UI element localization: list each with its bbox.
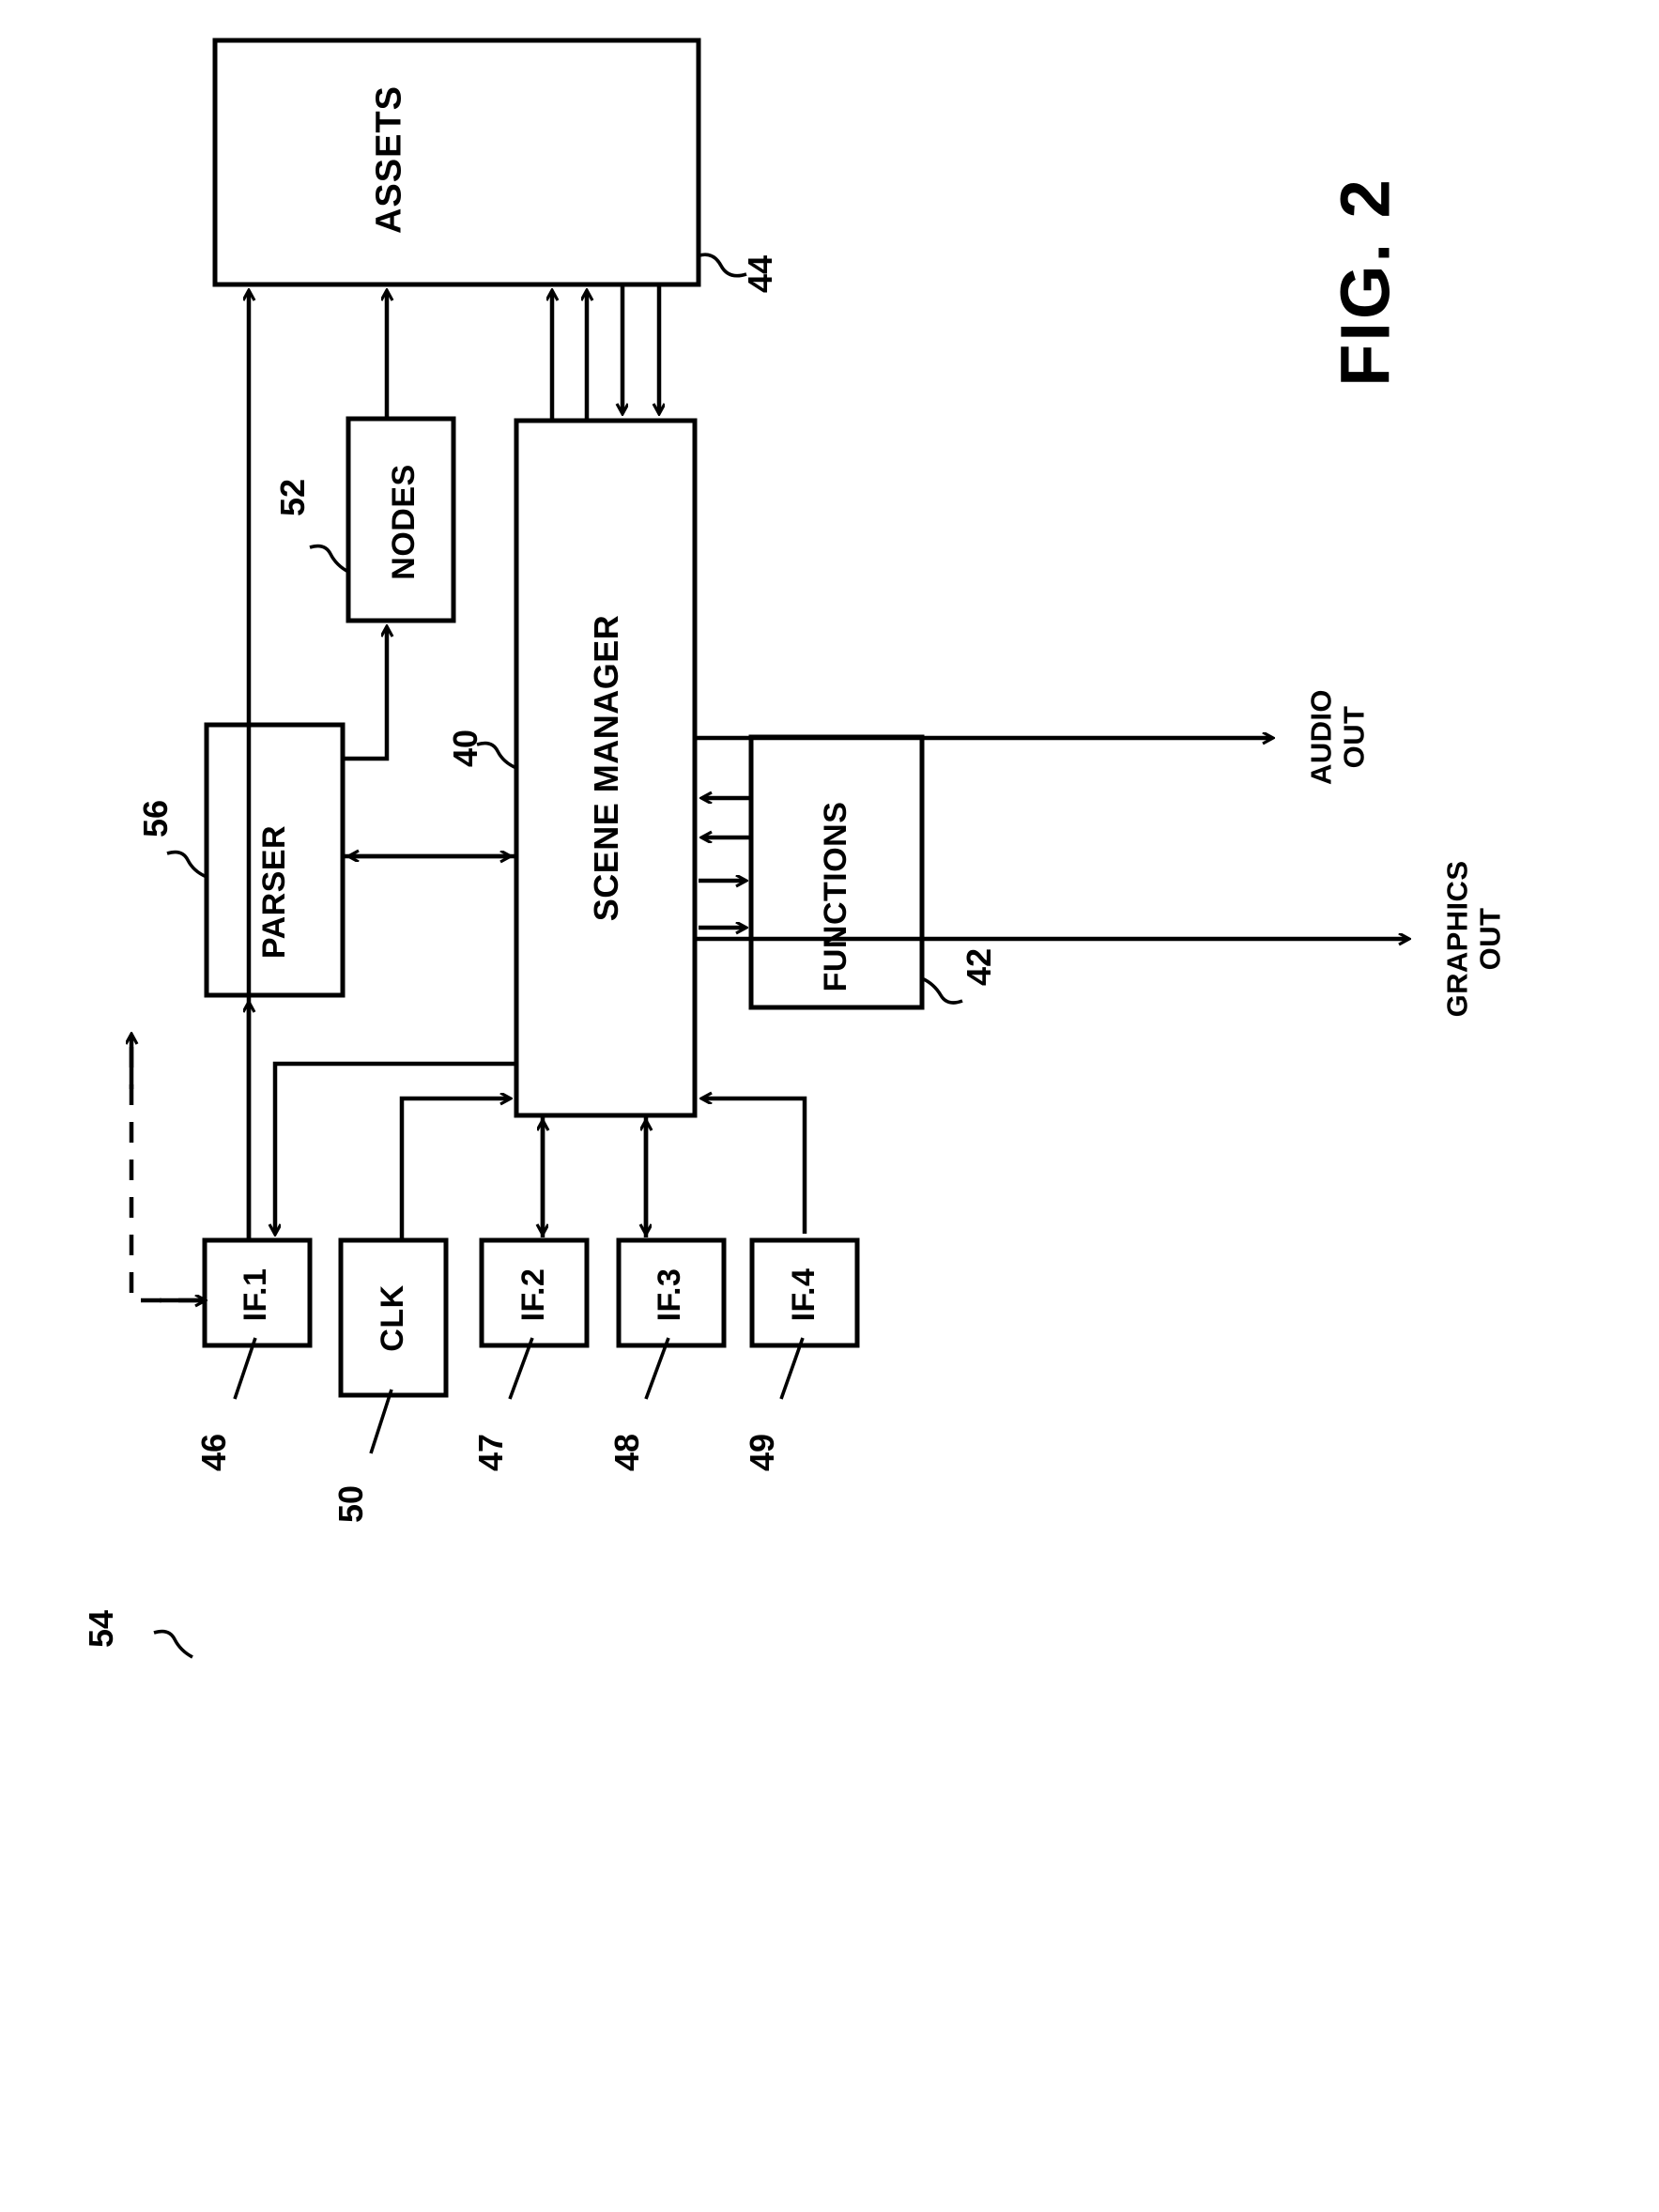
if1-ref-number: 46 (193, 1433, 233, 1472)
parser-ref-number: 56 (135, 799, 175, 838)
nodes-ref-number: 52 (272, 478, 312, 517)
leader-50 (369, 1389, 393, 1454)
edge-sm-to-if1 (275, 1061, 516, 1234)
edge-if4-to-sm (702, 1098, 807, 1234)
clk-ref-number: 50 (330, 1484, 370, 1524)
if2-ref-number: 47 (470, 1433, 510, 1472)
nodes-box-label: NODES (385, 464, 422, 580)
figure-title: FIG. 2 (1326, 177, 1405, 387)
audio-out-line2: OUT (1337, 705, 1370, 769)
edge-parser-to-nodes (343, 627, 387, 761)
if3-ref-number: 48 (607, 1433, 646, 1472)
scene-manager-box-label: SCENE MANAGER (586, 614, 625, 922)
patent-figure-page: ASSETS 44 NODES 52 SCENE MANAGER 40 PARS… (0, 0, 1659, 2212)
leader-44 (699, 253, 747, 278)
audio-out-label: AUDIO OUT (1304, 689, 1370, 785)
if1-box-label: IF.1 (237, 1267, 273, 1322)
scene-manager-ref-number: 40 (445, 729, 484, 768)
external-input-dashed-line (129, 1042, 199, 1303)
leader-54 (153, 1629, 193, 1659)
clk-box-label: CLK (374, 1284, 410, 1352)
edge-clk-to-sm (399, 1098, 510, 1240)
leader-52 (309, 544, 349, 574)
graphics-out-line2: OUT (1473, 907, 1506, 971)
if3-box-label: IF.3 (651, 1267, 687, 1322)
functions-ref-number: 42 (959, 947, 998, 987)
leader-42 (921, 976, 963, 1005)
parser-box-label: PARSER (255, 824, 292, 960)
graphics-out-label: GRAPHICS OUT (1440, 860, 1506, 1018)
external-input-ref-number: 54 (81, 1609, 120, 1649)
if4-ref-number: 49 (742, 1433, 781, 1472)
leader-56 (166, 850, 207, 879)
graphics-out-line1: GRAPHICS (1440, 860, 1474, 1018)
audio-out-line1: AUDIO (1304, 689, 1338, 785)
if4-box-label: IF.4 (785, 1267, 822, 1322)
external-input-arrowheads (131, 1035, 205, 1300)
functions-box-label: FUNCTIONS (817, 801, 853, 992)
assets-box-label: ASSETS (369, 84, 409, 235)
assets-ref-number: 44 (740, 254, 779, 294)
if2-box-label: IF.2 (515, 1267, 551, 1322)
diagram-linework (0, 38, 1659, 1659)
assets-box (212, 38, 701, 287)
